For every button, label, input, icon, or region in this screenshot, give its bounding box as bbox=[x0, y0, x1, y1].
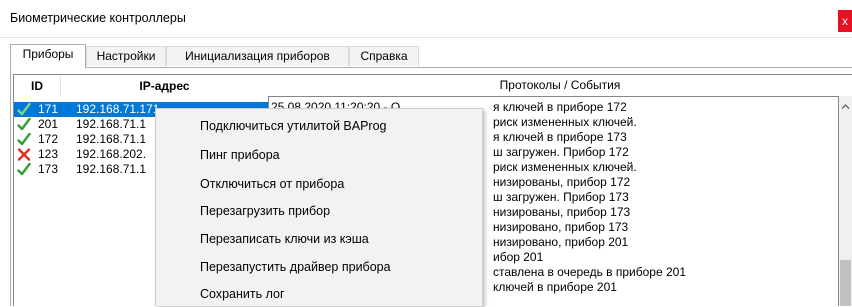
log-line: ибор 201 bbox=[493, 250, 544, 264]
device-id: 201 bbox=[38, 117, 59, 131]
log-line: ставлена в очередь в приборе 201 bbox=[493, 265, 686, 279]
tab-settings[interactable]: Настройки bbox=[86, 46, 166, 66]
list-header: ID IP-адрес bbox=[14, 75, 268, 97]
device-ip: 192.168.71.1 bbox=[76, 162, 147, 176]
menu-item-reboot[interactable]: Перезагрузить прибор bbox=[156, 198, 482, 224]
column-header-id[interactable]: ID bbox=[14, 75, 60, 97]
menu-item-ping[interactable]: Пинг прибора bbox=[156, 142, 482, 168]
close-button[interactable]: x bbox=[838, 10, 852, 32]
window-title: Биометрические контроллеры bbox=[10, 11, 186, 25]
device-ip: 192.168.71.1 bbox=[76, 132, 147, 146]
menu-item-save-log[interactable]: Сохранить лог bbox=[156, 281, 482, 307]
title-bar: Биометрические контроллеры x bbox=[0, 0, 852, 38]
check-icon bbox=[17, 117, 31, 132]
device-id: 173 bbox=[38, 162, 59, 176]
log-line: низированы, прибор 173 bbox=[493, 205, 631, 219]
log-line: низировано, прибор 173 bbox=[493, 220, 629, 234]
log-line: риск измененных ключей. bbox=[493, 115, 637, 129]
check-icon bbox=[17, 132, 31, 147]
tab-help[interactable]: Справка bbox=[349, 46, 419, 66]
scrollbar-thumb[interactable] bbox=[840, 260, 851, 306]
cross-icon bbox=[17, 147, 31, 162]
log-line: ш загружен. Прибор 173 bbox=[493, 190, 629, 204]
events-scrollbar[interactable] bbox=[839, 96, 852, 306]
log-line: ключей в приборе 201 bbox=[493, 280, 617, 294]
menu-item-disconnect[interactable]: Отключиться от прибора bbox=[156, 171, 482, 197]
events-title: Протоколы / События bbox=[499, 78, 621, 92]
check-icon bbox=[17, 102, 31, 117]
events-header: Протоколы / События bbox=[268, 74, 852, 96]
log-line: низированы, прибор 172 bbox=[493, 175, 631, 189]
log-line: низировано, прибор 201 bbox=[493, 235, 629, 249]
chevron-up-icon[interactable] bbox=[839, 100, 852, 114]
menu-item-restart-driver[interactable]: Перезапустить драйвер прибора bbox=[156, 254, 482, 280]
device-ip: 192.168.71.171 bbox=[76, 102, 160, 116]
device-ip: 192.168.202. bbox=[76, 147, 147, 161]
device-id: 123 bbox=[38, 147, 59, 161]
context-menu: Подключиться утилитой BAProg Пинг прибор… bbox=[155, 108, 483, 306]
log-line: я ключей в приборе 173 bbox=[493, 130, 627, 144]
log-line: я ключей в приборе 172 bbox=[493, 100, 627, 114]
device-ip: 192.168.71.1 bbox=[76, 117, 147, 131]
device-id: 171 bbox=[38, 102, 59, 116]
column-header-ip[interactable]: IP-адрес bbox=[61, 75, 268, 97]
check-icon bbox=[17, 162, 31, 177]
menu-item-rewrite-keys[interactable]: Перезаписать ключи из кэша bbox=[156, 226, 482, 252]
tab-device-init[interactable]: Инициализация приборов bbox=[166, 46, 349, 66]
menu-item-connect-baprog[interactable]: Подключиться утилитой BAProg bbox=[156, 113, 482, 139]
log-line: ш загружен. Прибор 172 bbox=[493, 145, 629, 159]
log-line: риск измененных ключей. bbox=[493, 160, 637, 174]
tab-devices[interactable]: Приборы bbox=[10, 44, 86, 68]
device-id: 172 bbox=[38, 132, 59, 146]
